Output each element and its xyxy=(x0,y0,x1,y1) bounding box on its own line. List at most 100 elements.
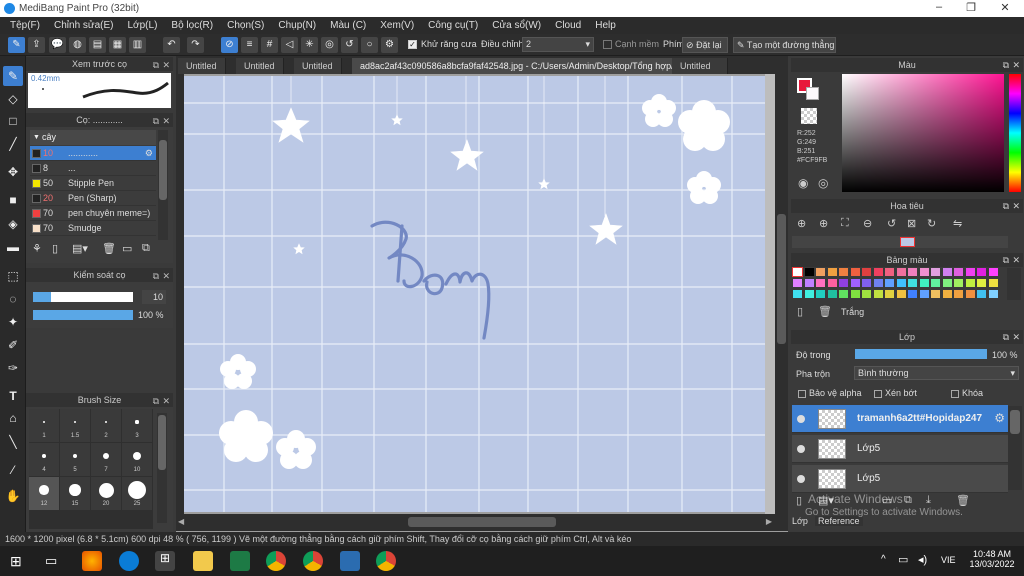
brush-size-cell[interactable]: 3 xyxy=(122,409,152,442)
palette-swatch[interactable] xyxy=(804,268,814,276)
store-icon[interactable]: ⊞ xyxy=(155,551,175,571)
redo-icon[interactable]: ↷ xyxy=(187,37,204,53)
close-panel-icon[interactable]: ✕ xyxy=(162,58,170,72)
popout-icon[interactable]: ⧉ xyxy=(153,394,159,408)
lock-option[interactable]: Khóa xyxy=(951,388,983,398)
size-scrollbar[interactable] xyxy=(157,413,167,523)
popout-icon[interactable]: ⧉ xyxy=(1003,253,1009,267)
scroll-right-icon[interactable]: ▶ xyxy=(766,517,772,526)
close-panel-icon[interactable]: ✕ xyxy=(1012,199,1020,213)
layer-row[interactable]: tramanh6a2tt#Hopidap247 ⚙ xyxy=(792,405,1008,433)
smooth-checkbox[interactable] xyxy=(603,40,612,49)
clock[interactable]: 10:48 AM 13/03/2022 xyxy=(967,549,1017,569)
palette-swatch[interactable] xyxy=(816,268,825,276)
copy-icon[interactable]: ⧉ xyxy=(142,242,150,255)
hue-slider[interactable] xyxy=(1009,74,1021,192)
palette-scrollbar[interactable] xyxy=(1007,268,1021,300)
adjust-select[interactable]: 2 ▾ xyxy=(522,37,594,52)
popout-icon[interactable]: ⧉ xyxy=(1003,199,1009,213)
export-icon[interactable]: ⇪ xyxy=(28,37,45,53)
radial-snap-icon[interactable]: ✳ xyxy=(301,37,318,53)
scroll-left-icon[interactable]: ◀ xyxy=(178,517,184,526)
ellipse-snap-icon[interactable]: ○ xyxy=(361,37,378,53)
palette-swatch[interactable] xyxy=(793,279,802,287)
brush-size-cell[interactable]: 1 xyxy=(29,409,59,442)
menu-item[interactable]: Bộ lọc(R) xyxy=(164,20,220,31)
rotate-right-icon[interactable]: ↻ xyxy=(927,217,936,230)
circle-snap-icon[interactable]: ◎ xyxy=(321,37,338,53)
menu-item[interactable]: Tệp(F) xyxy=(3,20,47,31)
popout-icon[interactable]: ⧉ xyxy=(153,58,159,72)
close-panel-icon[interactable]: ✕ xyxy=(1012,330,1020,344)
delete-palette-icon[interactable]: 🗑 xyxy=(818,305,832,318)
parallel-snap-icon[interactable]: ≡ xyxy=(241,37,258,53)
protect-alpha-option[interactable]: Bảo vệ alpha xyxy=(798,388,862,398)
palette-swatch[interactable] xyxy=(827,290,837,298)
scroll-thumb[interactable] xyxy=(777,214,786,344)
saturation-value-picker[interactable] xyxy=(842,74,1004,192)
new-page-icon[interactable]: ▯ xyxy=(52,242,58,255)
palette-swatch[interactable] xyxy=(919,268,929,276)
brush-size-cell[interactable]: 1.5 xyxy=(60,409,90,442)
palette-swatch[interactable] xyxy=(896,268,906,276)
menu-item[interactable]: Xem(V) xyxy=(373,20,421,31)
grid-icon[interactable]: ▦ xyxy=(109,37,126,53)
palette-swatch[interactable] xyxy=(862,290,871,298)
select-eraser-icon[interactable]: ✑ xyxy=(3,358,23,378)
duplicate-layer-icon[interactable]: ⧉ xyxy=(904,494,912,507)
palette-swatch[interactable] xyxy=(977,290,986,298)
snap-off-icon[interactable]: ⊘ xyxy=(221,37,238,53)
document-tab[interactable]: Untitled xyxy=(178,58,226,74)
brush-tool-icon[interactable]: ✎ xyxy=(3,66,23,86)
menu-item[interactable]: Help xyxy=(588,20,623,31)
scroll-thumb[interactable] xyxy=(158,415,166,470)
palette-swatch[interactable] xyxy=(885,279,894,287)
document-tab[interactable]: Untitled xyxy=(672,58,728,74)
language-indicator[interactable]: VIE xyxy=(941,555,956,565)
menu-item[interactable]: Chụp(N) xyxy=(271,20,323,31)
brush-size-slider[interactable] xyxy=(33,292,133,302)
palette-swatch[interactable] xyxy=(862,279,871,287)
palette-swatch[interactable] xyxy=(873,290,883,298)
zoom-in-icon[interactable]: ⊕ xyxy=(797,217,806,230)
brush-size-cell[interactable]: 12 xyxy=(29,477,59,510)
new-palette-icon[interactable]: ▯ xyxy=(797,305,803,318)
clipping-checkbox[interactable] xyxy=(874,389,882,398)
tray-up-icon[interactable]: ^ xyxy=(881,554,886,565)
text-tool-icon[interactable]: T xyxy=(3,386,23,406)
palette-swatch[interactable] xyxy=(988,290,998,298)
brush-list-item[interactable]: 50 Stipple Pen xyxy=(30,176,156,191)
close-panel-icon[interactable]: ✕ xyxy=(1012,58,1020,72)
brush-list-item[interactable]: 10............ ⚙ xyxy=(30,146,156,161)
page-icon[interactable]: ▤ xyxy=(89,37,106,53)
brush-group-header[interactable]: ▼ cây xyxy=(30,130,156,145)
excel-icon[interactable] xyxy=(230,551,250,571)
divide-tool-icon[interactable]: ╲ xyxy=(3,432,23,452)
brush-opacity-slider[interactable] xyxy=(33,310,133,320)
reset-view-icon[interactable]: ⊠ xyxy=(907,217,916,230)
horizontal-scrollbar[interactable]: ◀ ▶ xyxy=(176,514,788,531)
transparent-swatch[interactable] xyxy=(801,108,817,124)
menu-item[interactable]: Lớp(L) xyxy=(121,20,165,31)
menu-item[interactable]: Cửa sổ(W) xyxy=(485,20,548,31)
popout-icon[interactable]: ⧉ xyxy=(1003,330,1009,344)
straight-line-button[interactable]: ✎ Tạo một đường thẳng xyxy=(733,37,836,53)
lock-checkbox[interactable] xyxy=(951,389,959,398)
palette-swatch[interactable] xyxy=(942,279,952,287)
layer-settings-icon[interactable]: ⚙ xyxy=(994,411,1005,425)
trash-icon[interactable]: 🗑 xyxy=(102,242,116,255)
merge-down-icon[interactable]: ⤓ xyxy=(926,494,931,507)
bubble-2-icon[interactable]: ◍ xyxy=(69,37,86,53)
brush-size-cell[interactable]: 2 xyxy=(91,409,121,442)
palette-swatch[interactable] xyxy=(977,279,986,287)
curve-snap-icon[interactable]: ↺ xyxy=(341,37,358,53)
layer-row[interactable]: Lớp5 xyxy=(792,465,1008,493)
zoom-plus-icon[interactable]: ⊕ xyxy=(819,217,828,230)
palette-swatch[interactable] xyxy=(954,290,963,298)
speech-bubble-icon[interactable]: 💬 xyxy=(49,37,66,53)
palette-swatch[interactable] xyxy=(873,268,883,276)
fill-tool-icon[interactable]: ◈ xyxy=(3,214,23,234)
layer-opacity-slider[interactable] xyxy=(855,349,987,359)
color-wheel-icon[interactable]: ◉ xyxy=(798,176,808,190)
palette-swatch[interactable] xyxy=(919,290,929,298)
